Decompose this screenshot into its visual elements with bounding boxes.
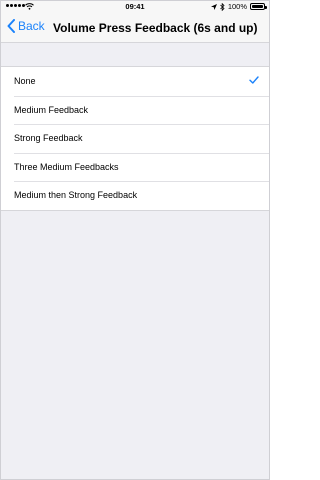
battery-icon (250, 3, 267, 10)
page-title: Volume Press Feedback (6s and up) (53, 21, 258, 35)
option-strong-feedback[interactable]: Strong Feedback (1, 124, 269, 153)
option-label: Three Medium Feedbacks (14, 161, 119, 172)
option-label: Medium then Strong Feedback (14, 190, 138, 201)
feedback-options-list: None Medium Feedback Strong Feedback Thr… (1, 66, 269, 211)
status-bar: 09:41 100% (1, 1, 269, 13)
option-label: None (14, 76, 36, 87)
back-label: Back (18, 19, 45, 33)
navigation-bar: Back Volume Press Feedback (6s and up) (1, 13, 269, 43)
back-button[interactable]: Back (7, 19, 45, 33)
bluetooth-icon (220, 2, 225, 11)
location-icon (210, 3, 217, 10)
phone-screen: 09:41 100% Back Volume Press Feedback (6… (0, 0, 270, 480)
checkmark-icon (249, 76, 259, 84)
battery-level (252, 5, 263, 8)
option-label: Strong Feedback (14, 133, 83, 144)
option-medium-feedback[interactable]: Medium Feedback (1, 95, 269, 125)
option-medium-then-strong-feedback[interactable]: Medium then Strong Feedback (1, 181, 269, 210)
chevron-left-icon (7, 19, 15, 33)
status-right: 100% (210, 2, 267, 11)
option-three-medium-feedbacks[interactable]: Three Medium Feedbacks (1, 152, 269, 182)
option-label: Medium Feedback (14, 104, 89, 115)
battery-percent: 100% (227, 2, 247, 11)
option-none[interactable]: None (1, 67, 269, 96)
